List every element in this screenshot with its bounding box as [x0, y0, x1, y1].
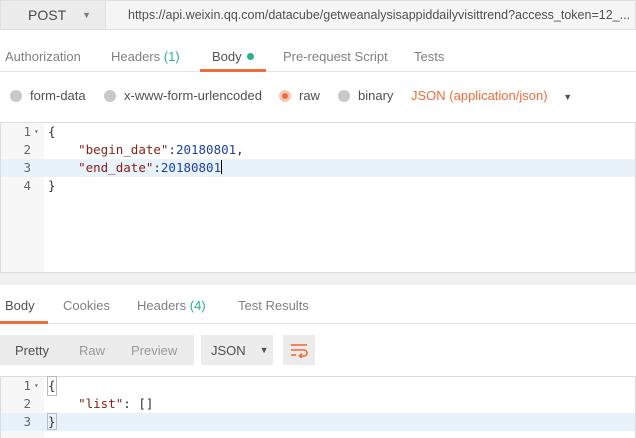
editor-line: 2 "begin_date":20180801, [1, 141, 635, 159]
response-toolbar: Pretty Raw Preview JSON ▼ [0, 335, 636, 365]
request-tabs: Authorization Headers (1) Body Pre-reque… [0, 42, 636, 72]
editor-line: 1 ▾ { [1, 123, 635, 141]
text-cursor [221, 160, 223, 174]
wrap-lines-button[interactable] [283, 335, 315, 365]
pretty-button[interactable]: Pretty [15, 343, 49, 358]
response-tabs: Body Cookies Headers (4) Test Results [0, 291, 636, 324]
view-mode-group: Pretty Raw Preview [0, 335, 194, 365]
tab-label: Authorization [5, 49, 81, 64]
content-type-label: JSON (application/json) [411, 88, 548, 103]
editor-line: 2 "list": [] [1, 395, 635, 413]
json-key: "list" [78, 396, 124, 411]
radio-label: raw [299, 88, 320, 103]
radio-x-www-form-urlencoded[interactable]: x-www-form-urlencoded [104, 88, 262, 103]
active-tab-indicator [200, 69, 266, 72]
tab-authorization[interactable]: Authorization [5, 49, 81, 64]
format-label: JSON [211, 342, 246, 358]
request-body-editor[interactable]: 1 ▾ { 2 "begin_date":20180801, 3 "end_da… [0, 122, 636, 273]
line-number: 3 [23, 414, 31, 429]
chevron-down-icon: ▼ [563, 92, 573, 102]
editor-line: 4 } [1, 177, 635, 195]
tab-tests[interactable]: Tests [414, 49, 444, 64]
radio-circle-icon [338, 89, 350, 102]
radio-label: binary [358, 88, 394, 103]
radio-label: x-www-form-urlencoded [124, 88, 262, 103]
editor-line-active: 3 "end_date":20180801 [1, 159, 635, 177]
json-value: 20180801 [160, 160, 222, 175]
tab-count: (1) [163, 49, 180, 64]
fold-arrow-icon[interactable]: ▾ [34, 377, 39, 395]
json-brace: } [47, 413, 57, 430]
json-separator: : [168, 142, 176, 157]
tab-label: Test Results [238, 298, 309, 313]
chevron-down-icon: ▼ [82, 10, 92, 20]
tab-label: Body [5, 298, 35, 313]
tab-count: (4) [189, 298, 206, 313]
tab-body[interactable]: Body [212, 49, 254, 64]
json-value: [] [138, 396, 154, 411]
preview-button[interactable]: Preview [131, 343, 177, 358]
json-key: "begin_date" [78, 142, 169, 157]
response-format-select[interactable]: JSON ▼ [201, 335, 273, 365]
line-code: } [48, 178, 56, 193]
line-code: "end_date":20180801 [48, 159, 223, 177]
json-key: "end_date" [78, 160, 154, 175]
radio-selected-icon [279, 89, 291, 102]
json-separator: : [153, 160, 161, 175]
tab-pre-request-script[interactable]: Pre-request Script [283, 49, 388, 64]
radio-form-data[interactable]: form-data [10, 88, 86, 103]
fold-arrow-icon[interactable]: ▾ [34, 123, 39, 141]
editor-line-active: 3 } [1, 413, 635, 431]
line-code: } [47, 413, 57, 431]
line-number: 4 [23, 178, 31, 193]
tab-label: Headers [111, 49, 161, 64]
radio-binary[interactable]: binary [338, 88, 393, 103]
request-url-bar: POST ▼ https://api.weixin.qq.com/datacub… [0, 0, 636, 32]
active-tab-indicator [0, 321, 48, 324]
radio-circle-icon [10, 89, 22, 102]
radio-raw[interactable]: raw [279, 88, 320, 103]
line-number: 1 [23, 378, 31, 393]
radio-label: form-data [30, 88, 86, 103]
json-value: 20180801 [175, 142, 237, 157]
method-label: POST [28, 7, 67, 23]
tab-cookies[interactable]: Cookies [63, 298, 110, 313]
chevron-down-icon: ▼ [259, 345, 269, 355]
editor-line: 1 ▾ { [1, 376, 635, 396]
method-select[interactable]: POST ▼ [0, 0, 106, 30]
line-number: 2 [23, 396, 31, 411]
url-input[interactable]: https://api.weixin.qq.com/datacube/getwe… [106, 0, 636, 30]
tab-label: Cookies [63, 298, 110, 313]
modified-dot-icon [246, 53, 254, 60]
tab-headers[interactable]: Headers (1) [111, 49, 180, 64]
line-code: "begin_date":20180801, [48, 141, 244, 159]
radio-circle-icon [104, 89, 116, 102]
json-separator: : [123, 396, 139, 411]
tab-label: Headers [137, 298, 187, 313]
tab-response-body[interactable]: Body [5, 298, 35, 313]
line-number: 3 [23, 160, 31, 175]
section-divider [0, 273, 636, 285]
line-number: 1 [23, 124, 31, 139]
line-code: { [47, 376, 57, 396]
line-number: 2 [23, 142, 31, 157]
tab-label: Tests [414, 49, 445, 64]
content-type-select[interactable]: JSON (application/json) ▼ [411, 88, 572, 103]
tab-response-headers[interactable]: Headers (4) [137, 298, 206, 313]
raw-button[interactable]: Raw [79, 343, 105, 358]
wrap-lines-icon [291, 344, 308, 358]
tab-test-results[interactable]: Test Results [238, 298, 309, 313]
json-comma: , [236, 142, 244, 157]
line-code: "list": [] [48, 395, 153, 413]
line-code: { [48, 124, 56, 139]
response-body-viewer[interactable]: 1 ▾ { 2 "list": [] 3 } [0, 376, 636, 438]
tab-label: Body [212, 49, 242, 64]
tab-label: Pre-request Script [283, 49, 388, 64]
